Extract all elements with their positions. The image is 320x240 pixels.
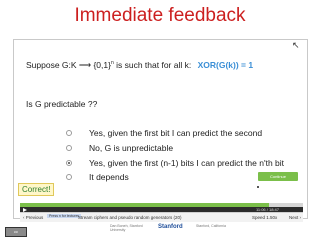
cursor-dot [257,186,259,188]
previous-button[interactable]: ‹ Previous [23,215,43,220]
lecture-title: Stream ciphers and pseudo random generat… [78,215,182,220]
question-part1: Suppose G:K ⟶ {0,1} [26,60,111,70]
cc-license-icon: cc [5,227,27,237]
option-4-radio[interactable] [66,174,72,180]
option-3-label: Yes, given the first (n-1) bits I can pr… [89,158,285,168]
feedback-correct: Correct! [18,183,55,196]
option-4-label: It depends [89,172,129,182]
question-prompt: Is G predictable ?? [26,99,98,109]
question-statement: Suppose G:K ⟶ {0,1}n is such that for al… [26,60,253,71]
option-2-radio[interactable] [66,145,72,151]
question-highlight: XOR(G(k)) = 1 [197,60,254,70]
slide-footer: cc Dan Boneh, Stanford University Stanfo… [0,222,320,240]
stanford-logo: Stanford [158,224,183,230]
option-3-radio[interactable] [66,160,72,166]
option-1[interactable]: Yes, given the first bit I can predict t… [66,128,262,138]
question-superscript: n [110,60,114,66]
option-2-label: No, G is unpredictable [89,143,174,153]
option-2[interactable]: No, G is unpredictable [66,143,173,153]
next-button[interactable]: Next › [289,215,301,220]
option-1-label: Yes, given the first bit I can predict t… [89,128,263,138]
speed-control[interactable]: Speed 1.50x [252,215,277,220]
lectures-hint-chip[interactable]: Press n for lectures [47,214,82,218]
option-1-radio[interactable] [66,130,72,136]
footer-credit: Dan Boneh, Stanford University [110,224,143,232]
option-4[interactable]: It depends [66,172,129,182]
continue-button[interactable]: Continue [258,172,298,181]
footer-address: Stanford, California [196,224,226,228]
question-part2: is such that for all k: [113,60,192,70]
option-3[interactable]: Yes, given the first (n-1) bits I can pr… [66,158,284,168]
cursor-icon: ↖ [292,40,300,50]
slide-title: Immediate feedback [74,5,246,26]
